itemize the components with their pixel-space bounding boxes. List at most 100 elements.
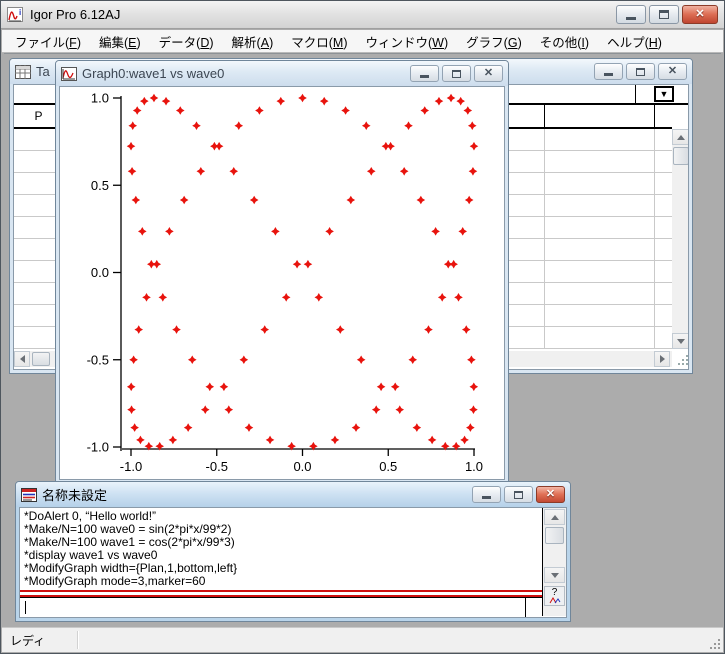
minimize-icon: [626, 17, 636, 20]
column-divider: [544, 129, 545, 349]
command-help-button[interactable]: ?: [544, 586, 565, 606]
arrow-up-icon: [551, 511, 559, 520]
mdi-area: Ta ✕ ▼ P: [4, 53, 721, 629]
command-vscroll-up-button[interactable]: [544, 509, 565, 525]
table-window-title: Ta: [36, 64, 50, 79]
arrow-up-icon: [677, 131, 685, 140]
maximize-icon: [636, 68, 645, 76]
chevron-down-icon: ▼: [660, 90, 669, 99]
table-vscroll-down-button[interactable]: [672, 333, 689, 349]
table-close-button[interactable]: ✕: [658, 63, 687, 80]
help-question-label: ?: [552, 587, 558, 598]
minimize-icon: [604, 73, 613, 76]
column-dropdown-button[interactable]: ▼: [654, 86, 674, 102]
minimize-icon: [420, 75, 429, 78]
minimize-icon: [482, 496, 491, 499]
main-titlebar[interactable]: i Igor Pro 6.12AJ ✕: [1, 1, 724, 29]
y-tick-label: 1.0: [91, 91, 109, 106]
menu-item-D[interactable]: データ(D): [150, 29, 223, 54]
command-close-button[interactable]: ✕: [536, 486, 565, 503]
table-hscroll-thumb[interactable]: [32, 352, 50, 366]
close-icon: ✕: [668, 66, 677, 77]
window-resize-grip[interactable]: [707, 636, 720, 649]
command-titlebar[interactable]: 名称未設定 ✕: [16, 482, 570, 507]
main-maximize-button[interactable]: [649, 5, 679, 24]
y-tick-label: 0.5: [91, 178, 109, 193]
command-vscroll-down-button[interactable]: [544, 567, 565, 583]
command-separator: [20, 590, 542, 597]
menu-item-A[interactable]: 解析(A): [223, 29, 283, 54]
menu-item-W[interactable]: ウィンドウ(W): [357, 29, 458, 54]
menu-bar: ファイル(F)編集(E)データ(D)解析(A)マクロ(M)ウィンドウ(W)グラフ…: [2, 30, 723, 53]
close-icon: ✕: [695, 9, 704, 20]
main-minimize-button[interactable]: [616, 5, 646, 24]
igor-app-icon: i: [7, 7, 25, 23]
table-hscroll-right-button[interactable]: [654, 351, 670, 367]
history-line: *ModifyGraph mode=3,marker=60: [24, 575, 542, 588]
x-tick-label: 0.5: [379, 459, 397, 474]
menu-item-I[interactable]: その他(I): [531, 29, 598, 54]
arrow-left-icon: [16, 355, 25, 363]
graph-window: Graph0:wave1 vs wave0 ✕ -1.0 -0.5 0.0 0.5 1.…: [55, 60, 509, 484]
menu-item-F[interactable]: ファイル(F): [6, 29, 90, 54]
graph-icon: [61, 67, 77, 81]
menu-item-M[interactable]: マクロ(M): [282, 29, 356, 54]
command-window: 名称未設定 ✕ *DoAlert 0, “Hello world!”*Make/…: [15, 481, 571, 622]
x-tick-label: -0.5: [206, 459, 228, 474]
main-window-title: Igor Pro 6.12AJ: [30, 7, 120, 22]
command-maximize-button[interactable]: [504, 486, 533, 503]
menu-item-H[interactable]: ヘルプ(H): [598, 29, 671, 54]
igor-main-window: i Igor Pro 6.12AJ ✕ ファイル(F)編集(E)データ(D)解析…: [0, 0, 725, 654]
entry-bar-divider: [635, 85, 636, 103]
maximize-icon: [514, 491, 523, 499]
graph-minimize-button[interactable]: [410, 65, 439, 82]
maximize-icon: [659, 10, 669, 19]
y-tick-label: -0.5: [87, 352, 109, 367]
graph-maximize-button[interactable]: [442, 65, 471, 82]
y-tick-label: 0.0: [91, 265, 109, 280]
command-vscroll: ?: [543, 508, 566, 616]
column-divider: [654, 129, 655, 349]
close-icon: ✕: [546, 489, 555, 500]
arrow-down-icon: [551, 573, 559, 582]
table-minimize-button[interactable]: [594, 63, 623, 80]
arrow-down-icon: [677, 339, 685, 348]
header-divider: [654, 105, 655, 127]
main-close-button[interactable]: ✕: [682, 5, 718, 24]
command-content: *DoAlert 0, “Hello world!”*Make/N=100 wa…: [19, 507, 567, 618]
notebook-icon: [21, 488, 37, 502]
arrow-right-icon: [660, 355, 669, 363]
graph-window-title: Graph0:wave1 vs wave0: [82, 66, 224, 81]
table-hscroll-left-button[interactable]: [14, 351, 30, 367]
table-icon: [15, 65, 31, 79]
graph-titlebar[interactable]: Graph0:wave1 vs wave0 ✕: [56, 61, 508, 86]
table-resize-grip[interactable]: [674, 353, 688, 365]
input-divider: [525, 598, 526, 617]
graph-content[interactable]: -1.0 -0.5 0.0 0.5 1.0 1.0 0.5 0.0 -0.5 -1.0: [59, 86, 505, 480]
status-divider: [77, 631, 78, 649]
command-history[interactable]: *DoAlert 0, “Hello world!”*Make/N=100 wa…: [20, 508, 542, 592]
table-vscroll-up-button[interactable]: [672, 129, 689, 145]
x-tick-label: -1.0: [120, 459, 142, 474]
status-bar: レディ: [2, 627, 723, 652]
menu-item-G[interactable]: グラフ(G): [457, 29, 531, 54]
status-message: レディ: [2, 632, 45, 649]
graph-close-button[interactable]: ✕: [474, 65, 503, 82]
maximize-icon: [452, 70, 461, 78]
help-graph-icon: [549, 597, 561, 604]
svg-text:i: i: [19, 8, 21, 17]
command-input[interactable]: [20, 597, 542, 616]
table-maximize-button[interactable]: [626, 63, 655, 80]
y-tick-label: -1.0: [87, 440, 109, 455]
scatter-plot: -1.0 -0.5 0.0 0.5 1.0 1.0 0.5 0.0 -0.5 -1.0: [60, 87, 505, 480]
command-window-title: 名称未設定: [42, 485, 107, 504]
command-vscroll-thumb[interactable]: [545, 527, 564, 544]
x-tick-label: 0.0: [293, 459, 311, 474]
data-points: [127, 94, 479, 451]
command-minimize-button[interactable]: [472, 486, 501, 503]
close-icon: ✕: [484, 68, 493, 79]
table-vscroll-thumb[interactable]: [673, 147, 689, 165]
text-cursor: [25, 601, 26, 614]
menu-item-E[interactable]: 編集(E): [90, 29, 150, 54]
x-tick-label: 1.0: [465, 459, 483, 474]
